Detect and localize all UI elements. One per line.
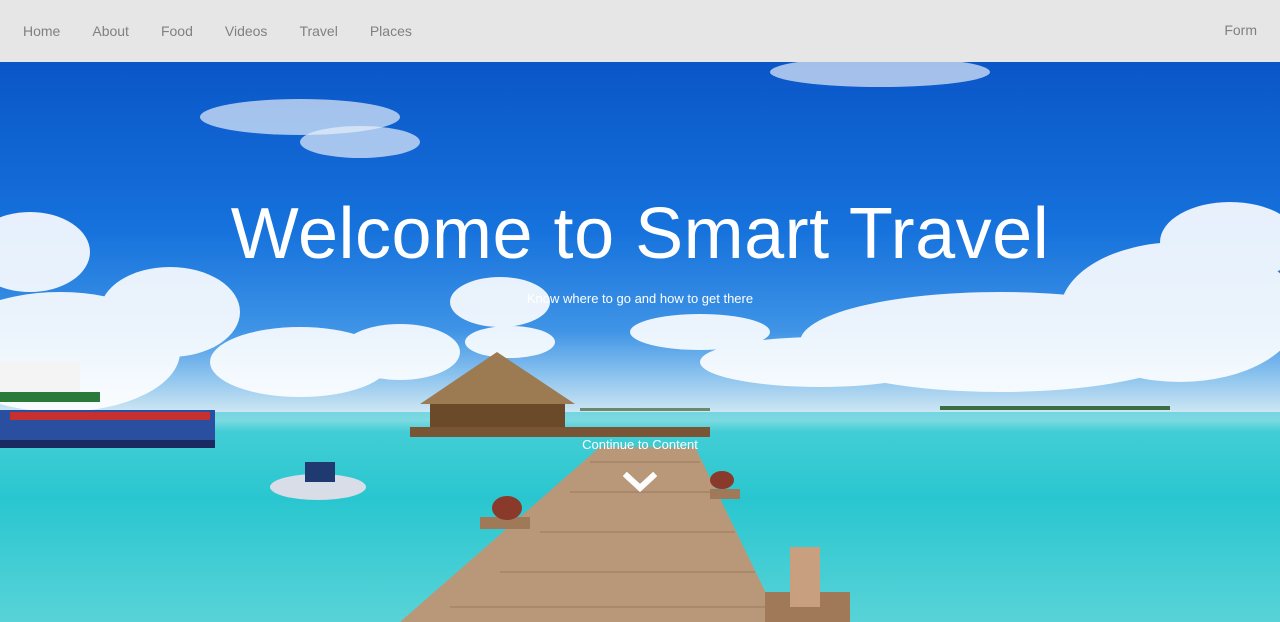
nav-about-link[interactable]: About bbox=[92, 23, 129, 39]
horizon-island bbox=[940, 406, 1170, 410]
hero-background-image bbox=[0, 62, 1280, 622]
hero-title: Welcome to Smart Travel bbox=[230, 194, 1050, 274]
chevron-down-icon[interactable] bbox=[623, 470, 657, 494]
top-navbar: Home About Food Videos Travel Places For… bbox=[0, 0, 1280, 62]
hero-banner: Welcome to Smart Travel Know where to go… bbox=[0, 62, 1280, 622]
nav-links: Home About Food Videos Travel Places bbox=[23, 23, 444, 39]
nav-right: Form bbox=[1224, 22, 1257, 40]
nav-travel-link[interactable]: Travel bbox=[299, 23, 337, 39]
nav-food-link[interactable]: Food bbox=[161, 23, 193, 39]
nav-home-link[interactable]: Home bbox=[23, 23, 60, 39]
nav-videos-link[interactable]: Videos bbox=[225, 23, 268, 39]
continue-to-content-link[interactable]: Continue to Content bbox=[0, 437, 1280, 452]
hero-subtitle: Know where to go and how to get there bbox=[526, 291, 754, 306]
nav-places-link[interactable]: Places bbox=[370, 23, 412, 39]
nav-form-link[interactable]: Form bbox=[1224, 22, 1257, 38]
